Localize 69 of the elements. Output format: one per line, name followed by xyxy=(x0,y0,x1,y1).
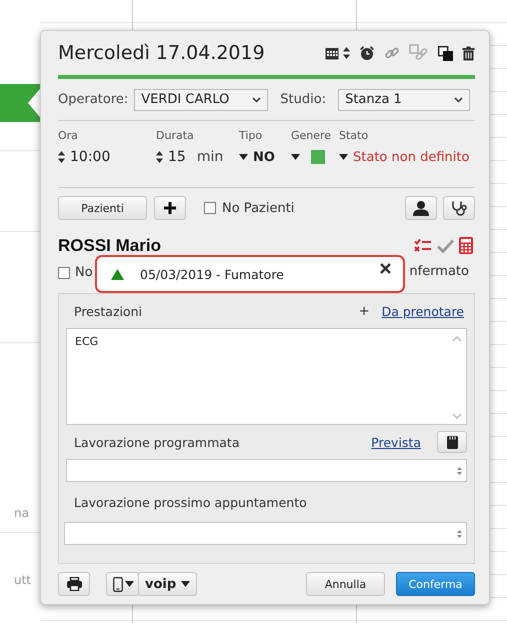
caret-icon[interactable] xyxy=(125,581,134,587)
checkbox-label: No xyxy=(75,265,93,280)
save-button[interactable] xyxy=(437,431,467,453)
type-value[interactable]: NO xyxy=(253,150,275,164)
print-icon xyxy=(66,577,82,591)
operator-label: Operatore: xyxy=(58,92,128,107)
calculator-icon[interactable] xyxy=(459,237,473,254)
color-swatch[interactable] xyxy=(311,150,325,164)
service-item[interactable]: ECG xyxy=(75,335,98,348)
services-list[interactable]: ECG xyxy=(66,328,467,425)
studio-label: Studio: xyxy=(280,92,326,107)
trash-icon[interactable] xyxy=(462,46,475,60)
add-button[interactable] xyxy=(154,196,186,220)
user-button[interactable] xyxy=(405,196,437,220)
dropdown-caret-icon[interactable] xyxy=(291,154,300,160)
caret-icon[interactable] xyxy=(181,581,190,587)
section-label: Lavorazione prossimo appuntamento xyxy=(74,494,307,510)
checkbox[interactable] xyxy=(204,202,216,214)
checkbox[interactable] xyxy=(58,266,70,278)
status-value[interactable]: Stato non definito xyxy=(353,150,470,164)
cancel-button[interactable]: Annulla xyxy=(306,572,385,596)
dropdown-caret-icon[interactable] xyxy=(339,154,348,160)
dropdown-caret-icon[interactable] xyxy=(239,154,248,160)
book-link[interactable]: Da prenotare xyxy=(382,304,464,318)
phone-dropdown[interactable] xyxy=(106,572,139,596)
unit-label: min xyxy=(196,149,224,165)
warning-triangle-icon xyxy=(111,268,124,280)
calendar-text: na xyxy=(13,506,30,520)
text-field[interactable] xyxy=(66,459,467,482)
chevron-down-icon xyxy=(252,96,262,102)
print-button[interactable] xyxy=(58,572,90,596)
check-icon[interactable] xyxy=(437,238,454,252)
expected-link[interactable]: Prevista xyxy=(371,434,421,450)
field-label: Genere xyxy=(291,129,332,142)
user-icon xyxy=(413,200,429,216)
save-icon xyxy=(446,436,458,448)
operator-select[interactable]: VERDI CARLO xyxy=(134,88,268,110)
alert-text: 05/03/2019 - Fumatore xyxy=(140,266,285,282)
field-label: Ora xyxy=(58,129,79,142)
appointment-date-title: Mercoledì 17.04.2019 xyxy=(58,42,266,64)
field-value[interactable]: 15 xyxy=(168,149,186,165)
checkbox-label: No Pazienti xyxy=(222,200,294,216)
patients-button[interactable]: Pazienti xyxy=(58,196,147,220)
spinner-arrows-icon[interactable] xyxy=(58,151,65,163)
spinner-arrows-icon[interactable] xyxy=(156,151,163,163)
voip-dropdown[interactable]: voip xyxy=(138,572,198,596)
calendar-icon[interactable] xyxy=(325,46,339,60)
alarm-clock-icon[interactable] xyxy=(359,45,375,61)
field-label: Durata xyxy=(156,129,195,142)
add-link[interactable]: + xyxy=(358,304,370,318)
chevron-down-icon xyxy=(454,96,464,102)
field-label: Stato xyxy=(339,129,370,142)
field-label: Tipo xyxy=(239,129,264,142)
date-arrows-icon[interactable] xyxy=(343,47,350,59)
plus-icon xyxy=(164,202,176,214)
text-field[interactable] xyxy=(64,522,467,545)
section-label: Lavorazione programmata xyxy=(74,434,240,450)
studio-select[interactable]: Stanza 1 xyxy=(338,88,470,110)
status-text: nfermato xyxy=(409,264,469,279)
calendar-text: utt xyxy=(13,573,32,587)
copy-icon[interactable] xyxy=(438,46,453,60)
patient-name: ROSSI Mario xyxy=(58,236,162,256)
close-icon[interactable] xyxy=(380,263,391,274)
stethoscope-icon xyxy=(451,200,467,216)
checklist-icon[interactable] xyxy=(414,238,432,253)
field-value[interactable]: 10:00 xyxy=(70,149,110,165)
section-label: Prestazioni xyxy=(74,304,144,318)
phone-icon xyxy=(113,576,123,592)
stethoscope-button[interactable] xyxy=(443,196,475,220)
